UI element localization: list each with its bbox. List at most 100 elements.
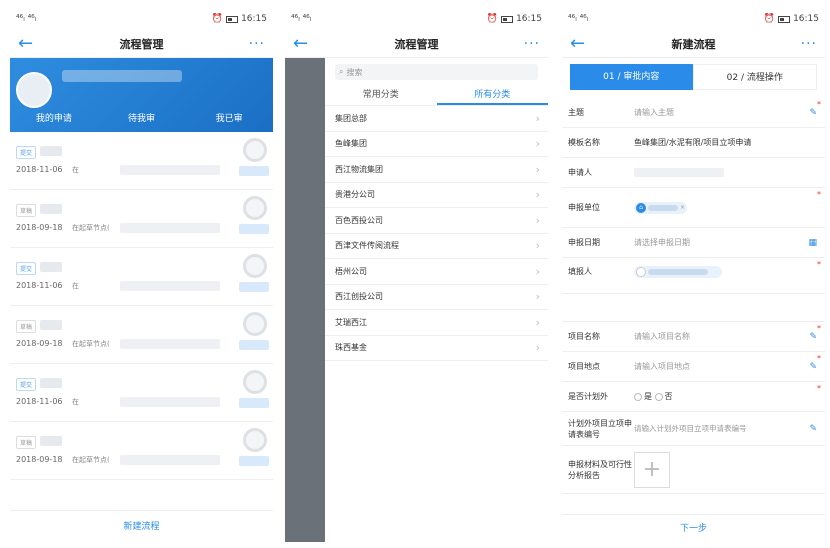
category-item[interactable]: 西江创投公司 › xyxy=(325,285,548,310)
tab-pending-review[interactable]: 待我审 xyxy=(98,111,186,124)
field-label: 填报人 xyxy=(568,267,592,276)
nav-bar: ← 流程管理 ··· xyxy=(285,30,548,58)
signal-indicator: ⁴⁶ₗ ⁴⁶ₗ xyxy=(568,14,589,24)
application-list: 提交 2018-11-06 在 草稿 2018-09-18 在起草节点( 提交 2018-… xyxy=(10,132,273,480)
subject-input[interactable]: 请输入主题 xyxy=(634,107,819,118)
category-item[interactable]: 珠西基金 › xyxy=(325,336,548,361)
page-title: 流程管理 xyxy=(394,37,439,51)
tab-all-categories[interactable]: 所有分类 xyxy=(436,86,548,105)
back-arrow-icon[interactable]: ← xyxy=(18,33,42,54)
name-blurred xyxy=(239,282,269,292)
date-input[interactable]: 请选择申报日期 xyxy=(634,237,819,248)
edit-icon: ✎ xyxy=(809,361,817,372)
list-item[interactable]: 提交 2018-11-06 在 xyxy=(10,248,273,306)
item-date: 2018-09-18 xyxy=(16,339,63,348)
more-icon[interactable]: ··· xyxy=(516,36,540,52)
category-item[interactable]: 西津文件传阅流程 › xyxy=(325,234,548,259)
avatar xyxy=(243,196,267,220)
name-blurred xyxy=(239,340,269,350)
unit-field[interactable]: 申报单位 ⌂ × * xyxy=(562,188,825,228)
required-mark: * xyxy=(817,324,821,333)
more-icon[interactable]: ··· xyxy=(241,36,265,52)
dimmed-background[interactable] xyxy=(285,58,325,542)
list-item[interactable]: 提交 2018-11-06 在 xyxy=(10,132,273,190)
category-item[interactable]: 梧州公司 › xyxy=(325,259,548,285)
new-process-button[interactable]: 新建流程 xyxy=(10,510,273,542)
battery-icon xyxy=(501,15,514,23)
status-time: 16:15 xyxy=(793,14,819,24)
avatar xyxy=(243,312,267,336)
calendar-icon[interactable]: ▦ xyxy=(808,238,817,248)
edit-icon: ✎ xyxy=(809,423,817,434)
project-name-field[interactable]: 项目名称 请输入项目名称 ✎ * xyxy=(562,322,825,352)
edit-icon: ✎ xyxy=(809,107,817,118)
battery-icon xyxy=(226,15,239,23)
field-label: 计划外项目立项申请表编号 xyxy=(568,418,632,439)
avatar xyxy=(243,254,267,278)
filler-field[interactable]: 填报人 * xyxy=(562,258,825,294)
outside-plan-field[interactable]: 计划外项目立项申请表编号 请输入计划外项目立项申请表编号 ✎ xyxy=(562,412,825,446)
date-field[interactable]: 申报日期 请选择申报日期 ▦ xyxy=(562,228,825,258)
status-bar: ⁴⁶ₗ ⁴⁶ₗ ⏰ 16:15 xyxy=(10,8,273,30)
tab-process-operation[interactable]: 02 / 流程操作 xyxy=(692,64,817,90)
page-title: 新建流程 xyxy=(671,37,716,51)
unit-blurred xyxy=(648,204,678,211)
info-blurred xyxy=(120,397,220,407)
category-label: 西江创投公司 xyxy=(335,292,383,302)
list-item[interactable]: 草稿 2018-09-18 在起草节点( xyxy=(10,306,273,364)
tab-approval-content[interactable]: 01 / 审批内容 xyxy=(570,64,693,90)
more-icon[interactable]: ··· xyxy=(793,36,817,52)
project-location-input[interactable]: 请输入项目地点 xyxy=(634,361,819,372)
filler-chip[interactable] xyxy=(634,266,722,278)
chevron-right-icon: › xyxy=(535,162,540,176)
radio-yes[interactable] xyxy=(634,392,642,401)
search-icon: ⌕ xyxy=(339,67,344,76)
spacer xyxy=(562,294,825,322)
back-arrow-icon[interactable]: ← xyxy=(293,33,317,54)
category-item[interactable]: 艾瑞西江 › xyxy=(325,310,548,336)
info-blurred xyxy=(120,339,220,349)
category-label: 梧州公司 xyxy=(335,266,367,276)
field-label: 模板名称 xyxy=(568,138,600,147)
category-item[interactable]: 西江物流集团 › xyxy=(325,157,548,183)
item-info: 在 xyxy=(72,166,79,174)
tab-my-applications[interactable]: 我的申请 xyxy=(10,111,98,124)
status-time: 16:15 xyxy=(516,14,542,24)
search-placeholder: 搜索 xyxy=(346,67,363,77)
outside-plan-input[interactable]: 请输入计划外项目立项申请表编号 xyxy=(634,423,819,434)
field-label: 项目名称 xyxy=(568,332,600,341)
back-arrow-icon[interactable]: ← xyxy=(570,33,594,54)
category-item[interactable]: 百色西投公司 › xyxy=(325,208,548,234)
next-step-button[interactable]: 下一步 xyxy=(562,514,825,542)
remove-icon[interactable]: × xyxy=(680,204,685,211)
chevron-right-icon: › xyxy=(535,188,540,202)
radio-no[interactable] xyxy=(654,392,663,401)
category-label: 西江物流集团 xyxy=(335,164,383,174)
field-label: 是否计划外 xyxy=(568,392,608,401)
avatar xyxy=(16,72,52,108)
required-mark: * xyxy=(817,354,821,363)
category-item[interactable]: 鱼峰集团 › xyxy=(325,132,548,157)
nav-bar: ← 流程管理 ··· xyxy=(10,30,273,58)
list-item[interactable]: 草稿 2018-09-18 在起草节点( xyxy=(10,422,273,480)
search-input[interactable]: ⌕ 搜索 xyxy=(335,64,538,80)
project-location-field[interactable]: 项目地点 请输入项目地点 ✎ * xyxy=(562,352,825,382)
list-item[interactable]: 草稿 2018-09-18 在起草节点( xyxy=(10,190,273,248)
tab-reviewed[interactable]: 我已审 xyxy=(185,111,273,124)
subject-field[interactable]: 主题 请输入主题 ✎ * xyxy=(562,98,825,128)
category-item[interactable]: 集团总部 › xyxy=(325,106,548,132)
filler-blurred xyxy=(648,269,708,275)
unit-chip[interactable]: ⌂ × xyxy=(634,201,688,214)
list-item[interactable]: 提交 2018-11-06 在 xyxy=(10,364,273,422)
tab-common-categories[interactable]: 常用分类 xyxy=(325,86,437,105)
add-attachment-icon[interactable]: + xyxy=(634,451,670,488)
category-item[interactable]: 贵港分公司 › xyxy=(325,183,548,208)
title-blurred xyxy=(40,319,63,330)
category-label: 珠西基金 xyxy=(335,343,367,353)
avatar xyxy=(243,138,267,162)
avatar xyxy=(636,267,646,277)
material-field[interactable]: 申报材料及可行性分析报告 + xyxy=(562,446,825,494)
category-label: 贵港分公司 xyxy=(335,190,375,200)
project-name-input[interactable]: 请输入项目名称 xyxy=(634,331,819,342)
applicant-field: 申请人 xyxy=(562,158,825,188)
